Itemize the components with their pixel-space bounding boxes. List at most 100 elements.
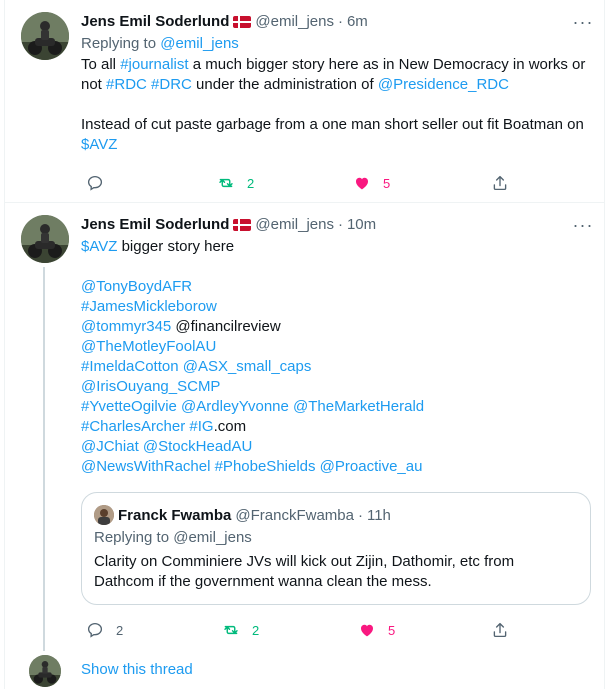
retweet-count: 2: [247, 175, 255, 191]
text: bigger story here: [117, 238, 235, 255]
more-icon[interactable]: ···: [573, 12, 593, 32]
tweet-text-line: $AVZ: [81, 135, 593, 155]
tweet-text-line: @JChiat @StockHeadAU: [81, 437, 593, 457]
heart-icon: [361, 624, 373, 637]
text: .com: [213, 418, 247, 435]
like-count: 5: [383, 175, 391, 191]
avatar[interactable]: [21, 215, 69, 263]
text: a much bigger story here as in New Democ…: [188, 56, 586, 73]
hashtag-link[interactable]: #YvetteOgilvie @ArdleyYvonne @TheMarketH…: [81, 398, 424, 415]
denmark-flag-icon: [233, 219, 252, 231]
tweet-text-line: #CharlesArcher #IG.com: [81, 417, 593, 437]
author-handle[interactable]: @emil_jens: [255, 215, 334, 235]
mention-link[interactable]: @tommyr345: [81, 318, 171, 335]
cashtag-link[interactable]: $AVZ: [81, 238, 117, 255]
tweet-text: To all #journalist a much bigger story h…: [81, 55, 593, 155]
text: @financilreview: [171, 318, 281, 335]
hashtag-link[interactable]: #DRC: [151, 76, 192, 93]
separator: ·: [357, 506, 363, 524]
text: not: [81, 76, 107, 93]
share-button[interactable]: [491, 173, 509, 193]
hashtag-link[interactable]: #JamesMickleborow: [81, 298, 217, 315]
quoted-text: Clarity on Comminiere JVs will kick out …: [94, 552, 580, 592]
hashtag-link[interactable]: #CharlesArcher #IG: [81, 418, 214, 435]
mention-link[interactable]: @NewsWithRachel #PhobeShields @Proactive…: [81, 458, 422, 475]
tweet-text-line: Instead of cut paste garbage from a one …: [81, 116, 584, 133]
tweet-body: Jens Emil Soderlund @emil_jens · 10m ···…: [81, 215, 593, 477]
author-name[interactable]: Jens Emil Soderlund: [81, 215, 229, 235]
quoted-avatar: [94, 505, 114, 525]
cashtag-link[interactable]: $AVZ: [81, 136, 117, 153]
tweet-text-line: @tommyr345 @financilreview: [81, 317, 593, 337]
like-button[interactable]: 5: [353, 173, 390, 193]
tweet-header: Jens Emil Soderlund @emil_jens · 10m: [81, 215, 593, 235]
reply-button[interactable]: 2: [86, 620, 123, 640]
avatar-small[interactable]: [29, 655, 61, 687]
quoted-text-line: Clarity on Comminiere JVs will kick out …: [94, 553, 515, 570]
like-button[interactable]: 5: [358, 620, 395, 640]
tweet-text-line: To all #journalist a much bigger story h…: [81, 55, 593, 75]
separator: ·: [337, 216, 343, 233]
author-handle[interactable]: @emil_jens: [255, 12, 334, 32]
mention-link[interactable]: @JChiat @StockHeadAU: [81, 438, 252, 455]
replying-prefix: Replying to: [81, 35, 157, 52]
quoted-author-handle: @FranckFwamba: [235, 506, 354, 524]
reply-count: 2: [116, 622, 124, 638]
tweet-text-line: @IrisOuyang_SCMP: [81, 377, 593, 397]
tweet-2[interactable]: Jens Emil Soderlund @emil_jens · 10m ···…: [5, 203, 604, 651]
timestamp[interactable]: 6m: [347, 12, 368, 32]
mention-link[interactable]: @TonyBoydAFR: [81, 278, 192, 295]
hashtag-link[interactable]: #ImeldaCotton @ASX_small_caps: [81, 358, 311, 375]
retweet-count: 2: [252, 622, 260, 638]
tweet-text-line: not #RDC #DRC under the administration o…: [81, 75, 593, 95]
tweet-text-line: #YvetteOgilvie @ArdleyYvonne @TheMarketH…: [81, 397, 593, 417]
text: To all: [81, 56, 121, 73]
retweet-icon: [224, 625, 238, 635]
hashtag-link[interactable]: #RDC: [106, 76, 147, 93]
tweet-text-line: #JamesMickleborow: [81, 297, 593, 317]
avatar-motorcycle-image: [29, 655, 61, 687]
hashtag-link[interactable]: #journalist: [120, 56, 188, 73]
tweet-1[interactable]: Jens Emil Soderlund @emil_jens · 6m ··· …: [5, 0, 604, 202]
like-count: 5: [388, 622, 396, 638]
reply-icon: [87, 175, 103, 191]
tweet-body: Jens Emil Soderlund @emil_jens · 6m ··· …: [81, 12, 593, 192]
tweet-actions: 2 5: [81, 173, 511, 193]
replying-handle[interactable]: @emil_jens: [160, 35, 239, 52]
tweet-text-line: @NewsWithRachel #PhobeShields @Proactive…: [81, 457, 593, 477]
tweet-text-line: @TheMotleyFoolAU: [81, 337, 593, 357]
retweet-button[interactable]: 2: [217, 173, 254, 193]
replying-handle: @emil_jens: [173, 529, 252, 546]
show-thread-row[interactable]: Show this thread: [5, 651, 604, 689]
quoted-tweet-header: Franck Fwamba @FranckFwamba · 11h: [94, 505, 391, 525]
timestamp[interactable]: 10m: [347, 215, 376, 235]
quoted-avatar-image: [94, 505, 114, 525]
avatar[interactable]: [21, 12, 69, 60]
tweet-text-line: $AVZ bigger story here: [81, 237, 593, 257]
mention-link[interactable]: @IrisOuyang_SCMP: [81, 378, 220, 395]
mention-link[interactable]: @Presidence_RDC: [378, 76, 509, 93]
retweet-button[interactable]: 2: [222, 620, 259, 640]
timeline: Jens Emil Soderlund @emil_jens · 6m ··· …: [4, 0, 605, 689]
tweet-text-line: #ImeldaCotton @ASX_small_caps: [81, 357, 593, 377]
separator: ·: [337, 13, 343, 30]
mention-link[interactable]: @TheMotleyFoolAU: [81, 338, 216, 355]
replying-prefix: Replying to: [94, 529, 170, 546]
share-button[interactable]: [491, 620, 509, 640]
quoted-text-line: Dathcom if the government wanna clean th…: [94, 573, 432, 590]
avatar-motorcycle-image: [21, 12, 69, 60]
thread-line: [43, 267, 45, 651]
replying-to: Replying to @emil_jens: [81, 34, 593, 54]
reply-icon: [87, 622, 103, 638]
share-icon: [493, 622, 507, 638]
tweet-text-line: @TonyBoydAFR: [81, 277, 593, 297]
avatar-motorcycle-image: [21, 215, 69, 263]
reply-button[interactable]: [86, 173, 104, 193]
show-thread-link[interactable]: Show this thread: [81, 660, 193, 680]
quoted-replying-to: Replying to @emil_jens: [94, 528, 252, 548]
author-name[interactable]: Jens Emil Soderlund: [81, 12, 229, 32]
more-icon[interactable]: ···: [573, 215, 593, 235]
heart-icon: [356, 177, 368, 190]
quoted-tweet[interactable]: Franck Fwamba @FranckFwamba · 11h Replyi…: [81, 492, 591, 605]
